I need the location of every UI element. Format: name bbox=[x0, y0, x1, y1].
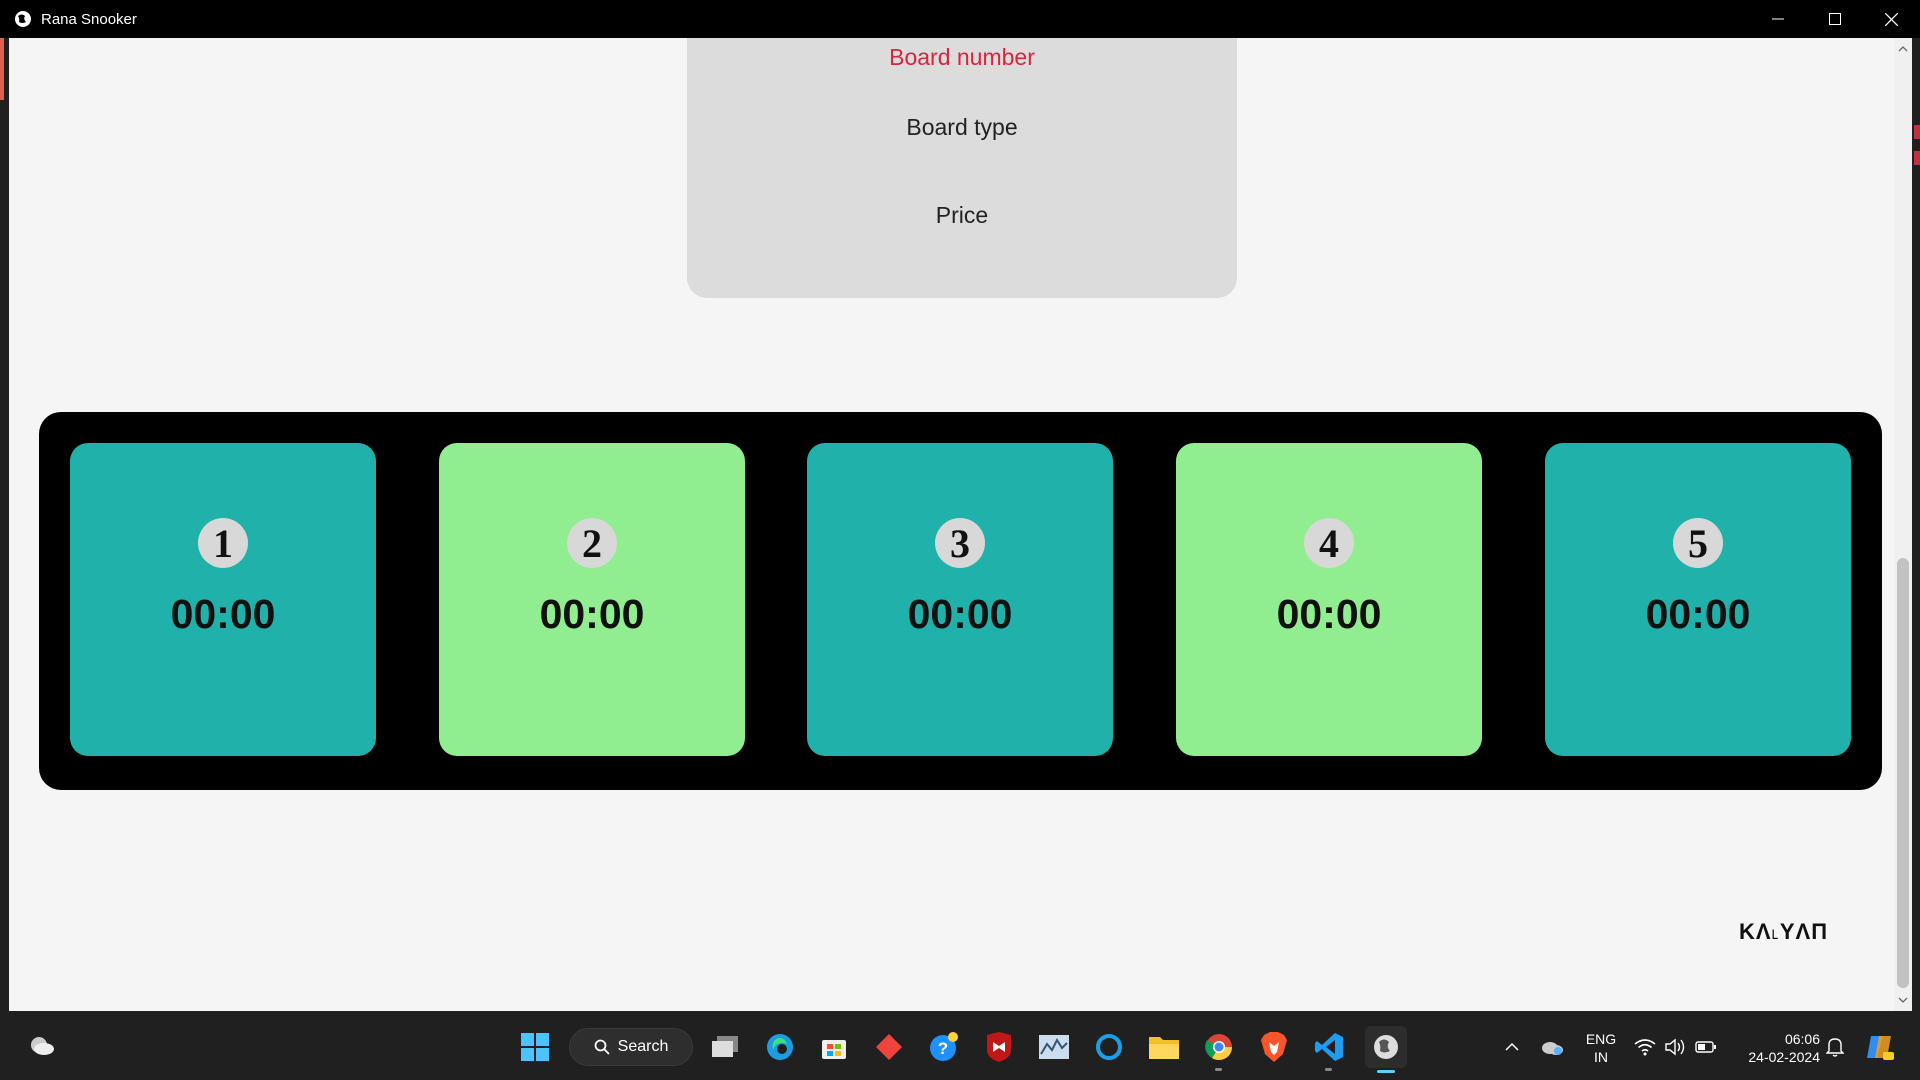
board-form-card: Board number Board type Price bbox=[687, 38, 1237, 298]
chrome-running-indicator bbox=[1215, 1068, 1222, 1071]
board-card-1[interactable]: 1 00:00 bbox=[70, 443, 376, 756]
vscode-running-indicator bbox=[1325, 1068, 1332, 1071]
taskbar: Search ? ENG IN 06:06 24-02-2024 bbox=[0, 1012, 1920, 1080]
brand-logo: KΛ˪YΛП bbox=[1739, 919, 1829, 944]
clock-time: 06:06 bbox=[1784, 1031, 1820, 1047]
board-number-badge: 3 bbox=[935, 518, 985, 568]
taskbar-search-button[interactable]: Search bbox=[569, 1028, 693, 1066]
board-number-badge: 5 bbox=[1673, 518, 1723, 568]
board-timer: 00:00 bbox=[1276, 591, 1382, 637]
board-timer: 00:00 bbox=[539, 591, 645, 637]
onedrive-icon[interactable] bbox=[1534, 1028, 1570, 1066]
scroll-up-icon bbox=[1898, 46, 1908, 52]
anydesk-icon[interactable] bbox=[870, 1028, 908, 1066]
search-label: Search bbox=[617, 1038, 669, 1055]
scroll-down-icon bbox=[1898, 997, 1908, 1003]
mcafee-icon[interactable] bbox=[980, 1028, 1018, 1066]
board-card-5[interactable]: 5 00:00 bbox=[1545, 443, 1851, 756]
store-icon[interactable] bbox=[815, 1028, 853, 1066]
chevron-up-icon[interactable] bbox=[1494, 1028, 1530, 1066]
file-explorer-icon[interactable] bbox=[1145, 1028, 1183, 1066]
window-title: Rana Snooker bbox=[41, 10, 137, 28]
chrome-icon[interactable] bbox=[1200, 1028, 1238, 1066]
active-app-indicator bbox=[1377, 1070, 1395, 1073]
volume-icon[interactable] bbox=[1660, 1028, 1690, 1066]
close-button[interactable] bbox=[1863, 0, 1920, 38]
board-timer: 00:00 bbox=[1645, 591, 1751, 637]
boards-panel: 1 00:00 2 00:00 3 00:00 4 00:00 5 00:00 bbox=[39, 412, 1882, 790]
wifi-icon[interactable] bbox=[1630, 1028, 1660, 1066]
language-code: ENG bbox=[1585, 1031, 1617, 1047]
board-number-field[interactable]: Board number bbox=[687, 44, 1237, 71]
edge-marker bbox=[0, 38, 4, 100]
battery-icon[interactable] bbox=[1691, 1028, 1721, 1066]
minimize-icon bbox=[1771, 18, 1784, 20]
minimize-button[interactable] bbox=[1749, 0, 1806, 38]
board-card-3[interactable]: 3 00:00 bbox=[807, 443, 1113, 756]
board-card-4[interactable]: 4 00:00 bbox=[1176, 443, 1482, 756]
brave-icon[interactable] bbox=[1255, 1028, 1293, 1066]
scrollbar-thumb[interactable] bbox=[1897, 558, 1909, 988]
maximize-icon bbox=[1828, 13, 1841, 25]
monitor-icon[interactable] bbox=[1035, 1028, 1073, 1066]
clock[interactable]: 06:06 24-02-2024 bbox=[1730, 1030, 1820, 1066]
board-card-2[interactable]: 2 00:00 bbox=[439, 443, 745, 756]
side-marks bbox=[1914, 125, 1920, 177]
board-timer: 00:00 bbox=[907, 591, 1013, 637]
vscode-icon[interactable] bbox=[1310, 1028, 1348, 1066]
cortana-icon[interactable] bbox=[1090, 1028, 1128, 1066]
app-content: Board number Board type Price 1 00:00 2 … bbox=[9, 38, 1894, 1011]
language-indicator[interactable]: ENG IN bbox=[1581, 1030, 1621, 1066]
copilot-icon[interactable] bbox=[1862, 1028, 1898, 1066]
edge-icon[interactable] bbox=[761, 1028, 799, 1066]
weather-widget-icon[interactable] bbox=[26, 1030, 58, 1062]
title-bar: Rana Snooker bbox=[0, 0, 1920, 38]
task-view-icon[interactable] bbox=[706, 1028, 744, 1066]
vertical-scrollbar[interactable] bbox=[1894, 38, 1912, 1011]
close-icon bbox=[1885, 12, 1898, 26]
svg-text:?: ? bbox=[938, 1039, 948, 1058]
maximize-button[interactable] bbox=[1806, 0, 1863, 38]
start-icon[interactable] bbox=[516, 1028, 554, 1066]
board-timer: 00:00 bbox=[170, 591, 276, 637]
app-globe-taskbar-icon[interactable] bbox=[1365, 1026, 1407, 1068]
language-region: IN bbox=[1594, 1049, 1608, 1065]
board-type-field[interactable]: Board type bbox=[687, 114, 1237, 141]
app-globe-icon bbox=[14, 10, 32, 28]
help-icon[interactable]: ? bbox=[925, 1028, 963, 1066]
price-field[interactable]: Price bbox=[687, 202, 1237, 229]
board-number-badge: 1 bbox=[198, 518, 248, 568]
board-number-badge: 2 bbox=[567, 518, 617, 568]
search-icon bbox=[594, 1039, 610, 1055]
board-number-badge: 4 bbox=[1304, 518, 1354, 568]
clock-date: 24-02-2024 bbox=[1748, 1049, 1820, 1065]
notification-bell-icon[interactable] bbox=[1820, 1028, 1850, 1066]
